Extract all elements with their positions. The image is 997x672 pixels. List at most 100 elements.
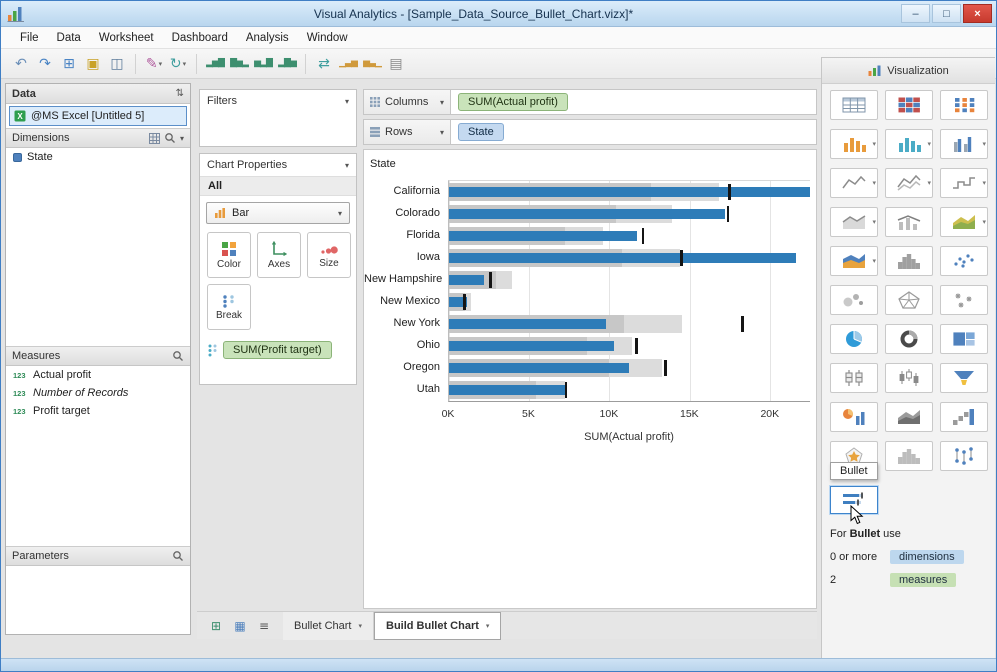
viz-type-line-chart[interactable]: ▾ [830, 168, 878, 198]
columns-pill[interactable]: SUM(Actual profit) [458, 93, 568, 111]
viz-type-bar-line-chart[interactable] [885, 207, 933, 237]
break-button[interactable]: Break [207, 284, 251, 330]
rows-shelf-label[interactable]: Rows ▾ [363, 119, 451, 145]
viz-type-star-plot[interactable] [940, 285, 988, 315]
filters-header[interactable]: Filters ▾ [200, 90, 356, 112]
viz-type-stacked-area-chart[interactable]: ▾ [830, 246, 878, 276]
data-section-header[interactable]: Data ⇅ [6, 84, 190, 104]
redo-button[interactable]: ↷ [33, 52, 57, 76]
add-forecast-button[interactable]: ▂▇▅ [275, 52, 299, 76]
filters-shelf[interactable] [200, 112, 356, 146]
viz-type-area-chart[interactable]: ▾ [940, 207, 988, 237]
viz-type-dual-line-chart[interactable]: ▾ [885, 168, 933, 198]
sort-fields-icon[interactable]: ⇅ [176, 88, 184, 99]
viz-type-highlight-table[interactable] [885, 90, 933, 120]
data-source-item[interactable]: X @MS Excel [Untitled 5] [9, 106, 187, 126]
sort-ascending-button[interactable]: ▁▃▅ [336, 52, 360, 76]
menu-item-worksheet[interactable]: Worksheet [90, 29, 163, 47]
viz-type-pie-bar-chart[interactable] [830, 402, 878, 432]
break-pill[interactable]: SUM(Profit target) [223, 341, 332, 359]
measure-bar[interactable] [449, 187, 810, 197]
new-worksheet-button[interactable]: ⊞ [57, 52, 81, 76]
new-worksheet-button[interactable]: ⊞ [205, 615, 227, 637]
sheet-list-button[interactable]: ≡ [253, 615, 275, 637]
viz-type-area-line-chart[interactable]: ▾ [830, 207, 878, 237]
tab-build-bullet-chart[interactable]: Build Bullet Chart ▾ [374, 611, 502, 640]
measure-bar[interactable] [449, 341, 615, 351]
viz-type-stacked-bar-chart[interactable]: ▾ [885, 129, 933, 159]
dimension-item[interactable]: State [6, 148, 190, 166]
dropdown-caret-icon[interactable]: ▾ [180, 134, 184, 143]
dropdown-caret-icon[interactable]: ▾ [440, 128, 444, 137]
viz-type-funnel-chart[interactable] [940, 363, 988, 393]
measure-item[interactable]: 123 Actual profit [6, 366, 190, 384]
add-reference-line-button[interactable]: ▇▅▂ [227, 52, 251, 76]
viz-type-scatter-plot[interactable] [940, 246, 988, 276]
size-button[interactable]: Size [307, 232, 351, 278]
measure-bar[interactable] [449, 319, 607, 329]
axes-button[interactable]: Axes [257, 232, 301, 278]
measure-bar[interactable] [449, 275, 485, 285]
viz-type-step-line-chart[interactable]: ▾ [940, 168, 988, 198]
add-axis-button[interactable]: ▂▅▇ [203, 52, 227, 76]
measure-bar[interactable] [449, 231, 637, 241]
collapse-caret-icon[interactable]: ▾ [345, 97, 349, 106]
maximize-button[interactable]: □ [932, 4, 961, 23]
dimensions-section-header[interactable]: Dimensions ▾ [6, 128, 190, 148]
labels-button[interactable]: ▤ [384, 52, 408, 76]
measure-bar[interactable] [449, 363, 629, 373]
save-button[interactable]: ◫ [105, 52, 129, 76]
viz-type-histogram[interactable] [885, 246, 933, 276]
viz-type-bar-chart[interactable]: ▾ [830, 129, 878, 159]
viz-type-bubble-chart[interactable] [830, 285, 878, 315]
undo-button[interactable]: ↶ [9, 52, 33, 76]
viz-type-radar-chart[interactable] [885, 285, 933, 315]
measure-item[interactable]: 123 Profit target [6, 402, 190, 420]
title-bar[interactable]: Visual Analytics - [Sample_Data_Source_B… [1, 1, 996, 27]
search-icon[interactable] [172, 550, 184, 562]
viz-type-box-plot[interactable] [830, 363, 878, 393]
viz-type-waterfall-chart[interactable] [940, 402, 988, 432]
rows-shelf[interactable]: State [451, 119, 817, 145]
viz-type-candlestick-chart[interactable] [885, 363, 933, 393]
search-icon[interactable] [172, 350, 184, 362]
menu-item-data[interactable]: Data [48, 29, 90, 47]
table-view-icon[interactable] [148, 132, 160, 144]
measure-bar[interactable] [449, 385, 567, 395]
minimize-button[interactable]: – [901, 4, 930, 23]
viz-type-donut-chart[interactable] [885, 324, 933, 354]
dropdown-caret-icon[interactable]: ▾ [440, 98, 444, 107]
viz-type-bullet-chart[interactable] [830, 486, 878, 514]
columns-shelf[interactable]: SUM(Actual profit) [451, 89, 817, 115]
menu-item-analysis[interactable]: Analysis [237, 29, 298, 47]
open-button[interactable]: ▣ [81, 52, 105, 76]
viz-type-side-by-side-bar-chart[interactable]: ▾ [940, 129, 988, 159]
parameters-section-header[interactable]: Parameters [6, 546, 190, 566]
viz-type-pie-chart[interactable] [830, 324, 878, 354]
menu-item-file[interactable]: File [11, 29, 48, 47]
viz-type-dark-area-chart[interactable] [885, 402, 933, 432]
color-button[interactable]: Color [207, 232, 251, 278]
chart-type-select[interactable]: Bar ▾ [206, 202, 350, 224]
swap-axes-button[interactable]: ⇄ [312, 52, 336, 76]
format-button[interactable]: ✎ ▾ [142, 52, 166, 76]
new-dashboard-button[interactable]: ▦ [229, 615, 251, 637]
viz-type-heatmap[interactable] [940, 90, 988, 120]
measure-bar[interactable] [449, 253, 796, 263]
refresh-button[interactable]: ↻ ▾ [166, 52, 190, 76]
columns-shelf-label[interactable]: Columns ▾ [363, 89, 451, 115]
viz-type-sparkline[interactable] [885, 441, 933, 471]
sort-descending-button[interactable]: ▅▃▁ [360, 52, 384, 76]
measure-item[interactable]: 123 Number of Records [6, 384, 190, 402]
search-icon[interactable] [164, 132, 176, 144]
close-button[interactable]: × [963, 4, 992, 23]
scope-label[interactable]: All [200, 176, 356, 196]
add-trend-line-button[interactable]: ▅▂▇ [251, 52, 275, 76]
viz-type-text-table[interactable] [830, 90, 878, 120]
menu-item-dashboard[interactable]: Dashboard [163, 29, 237, 47]
measures-section-header[interactable]: Measures [6, 346, 190, 366]
collapse-caret-icon[interactable]: ▾ [345, 161, 349, 170]
tab-bullet-chart[interactable]: Bullet Chart ▾ [283, 611, 374, 640]
viz-type-treemap[interactable] [940, 324, 988, 354]
rows-pill[interactable]: State [458, 123, 504, 141]
